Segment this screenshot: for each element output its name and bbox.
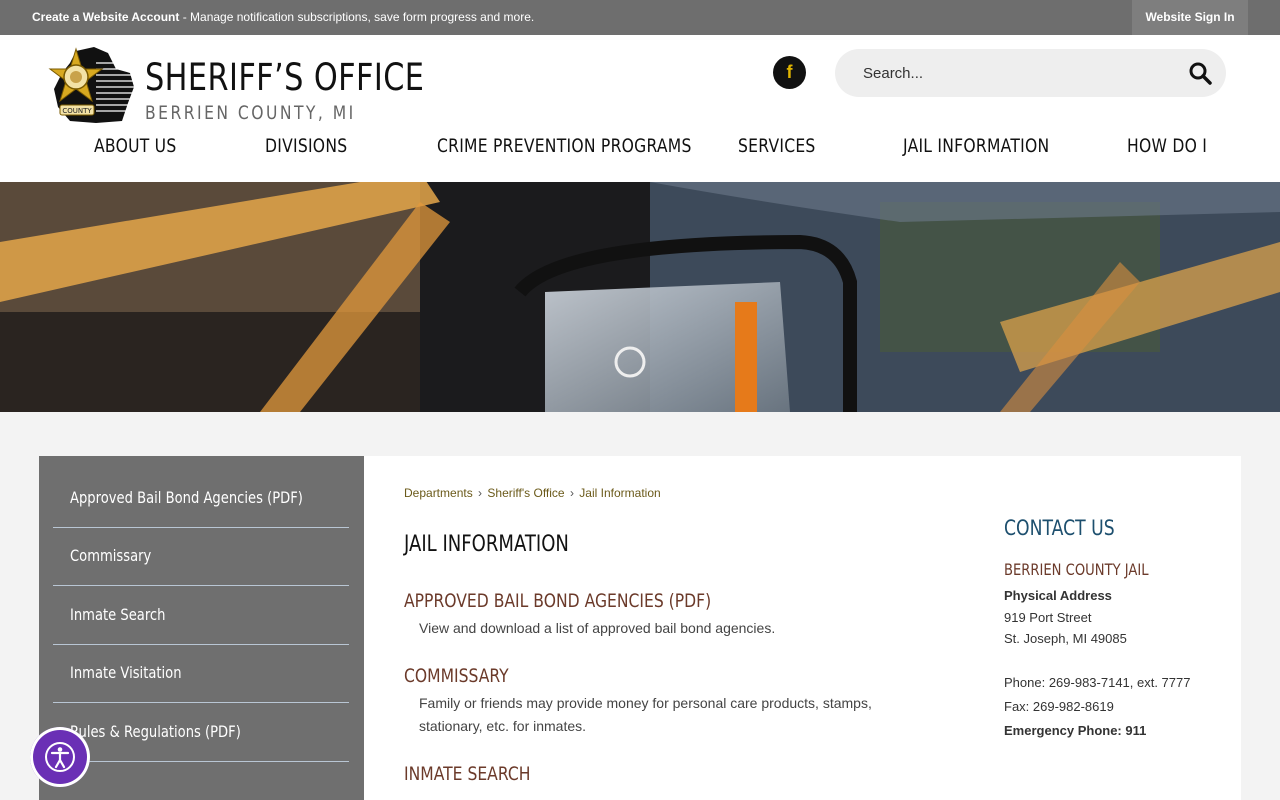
- nav-jail-information[interactable]: JAIL INFORMATION: [903, 135, 1049, 157]
- contact-street: 919 Port Street: [1004, 610, 1092, 625]
- search-box: [835, 49, 1226, 97]
- entry-title-inmate-search[interactable]: INMATE SEARCH: [404, 763, 530, 785]
- nav-about-us[interactable]: ABOUT US: [94, 135, 176, 157]
- sidebar-item-rules-regulations[interactable]: Rules & Regulations (PDF): [53, 704, 349, 762]
- page-title: JAIL INFORMATION: [404, 532, 569, 557]
- contact-emergency-phone: Emergency Phone: 911: [1004, 723, 1147, 738]
- entry-desc-commissary: Family or friends may provide money for …: [419, 695, 872, 734]
- entry-title-commissary[interactable]: COMMISSARY: [404, 665, 509, 687]
- breadcrumb: Departments › Sheriff's Office › Jail In…: [404, 486, 661, 500]
- account-prompt: Create a Website Account - Manage notifi…: [32, 10, 534, 24]
- nav-how-do-i[interactable]: HOW DO I: [1127, 135, 1207, 157]
- contact-org: BERRIEN COUNTY JAIL: [1004, 560, 1149, 579]
- main-nav: ABOUT US DIVISIONS CRIME PREVENTION PROG…: [0, 135, 1280, 165]
- website-sign-in-button[interactable]: Website Sign In: [1132, 0, 1248, 35]
- entry-desc-bail-bond: View and download a list of approved bai…: [419, 620, 776, 636]
- main-content: Departments › Sheriff's Office › Jail In…: [364, 456, 1241, 800]
- contact-us-panel: CONTACT US BERRIEN COUNTY JAIL Physical …: [1004, 516, 1224, 738]
- facebook-icon[interactable]: f: [773, 56, 806, 89]
- sidebar-item-label: Inmate Search: [70, 605, 166, 624]
- badge-county-text: COUNTY: [62, 107, 92, 115]
- contact-phone: Phone: 269-983-7141, ext. 7777: [1004, 675, 1191, 690]
- sidebar-item-label: Rules & Regulations (PDF): [70, 722, 241, 741]
- sidebar-item-inmate-search[interactable]: Inmate Search: [53, 587, 349, 645]
- contact-city: St. Joseph, MI 49085: [1004, 631, 1127, 646]
- sheriff-logo[interactable]: COUNTY SHERIFF’S OFFICE BERRIEN COUNTY, …: [46, 43, 424, 129]
- site-header: COUNTY SHERIFF’S OFFICE BERRIEN COUNTY, …: [0, 35, 1280, 182]
- nav-services[interactable]: SERVICES: [738, 135, 816, 157]
- account-prompt-text: - Manage notification subscriptions, sav…: [179, 10, 535, 24]
- nav-divisions[interactable]: DIVISIONS: [265, 135, 347, 157]
- sheriff-badge-icon: COUNTY: [48, 47, 134, 123]
- breadcrumb-separator: ›: [569, 486, 574, 500]
- contact-fax: Fax: 269-982-8619: [1004, 699, 1114, 714]
- sidebar-item-inmate-visitation[interactable]: Inmate Visitation: [53, 645, 349, 703]
- sidebar-item-label: Inmate Visitation: [70, 663, 182, 682]
- notification-bar: Create a Website Account - Manage notifi…: [0, 0, 1280, 35]
- hero-banner-image: [0, 182, 1280, 412]
- breadcrumb-departments[interactable]: Departments: [404, 486, 473, 500]
- police-car-photo: [0, 182, 1280, 412]
- accessibility-icon: [45, 742, 75, 772]
- entry-title-bail-bond[interactable]: APPROVED BAIL BOND AGENCIES (PDF): [404, 590, 711, 612]
- contact-address-label: Physical Address: [1004, 588, 1112, 603]
- breadcrumb-jail-information[interactable]: Jail Information: [579, 486, 660, 500]
- nav-crime-prevention-programs[interactable]: CRIME PREVENTION PROGRAMS: [437, 135, 692, 157]
- search-input[interactable]: [863, 61, 1183, 85]
- sidebar-item-approved-bail-bond-agencies[interactable]: Approved Bail Bond Agencies (PDF): [53, 470, 349, 528]
- sidebar-item-label: Approved Bail Bond Agencies (PDF): [70, 488, 303, 507]
- create-account-link[interactable]: Create a Website Account: [32, 10, 179, 24]
- sidebar-item-label: Commissary: [70, 546, 152, 565]
- search-icon[interactable]: [1188, 61, 1212, 85]
- site-title: SHERIFF’S OFFICE: [145, 56, 425, 99]
- sidebar-item-commissary[interactable]: Commissary: [53, 528, 349, 586]
- breadcrumb-separator: ›: [478, 486, 483, 500]
- breadcrumb-sheriffs-office[interactable]: Sheriff's Office: [487, 486, 564, 500]
- contact-heading: CONTACT US: [1004, 516, 1115, 540]
- accessibility-button[interactable]: [30, 727, 90, 787]
- site-subtitle: BERRIEN COUNTY, MI: [145, 102, 356, 124]
